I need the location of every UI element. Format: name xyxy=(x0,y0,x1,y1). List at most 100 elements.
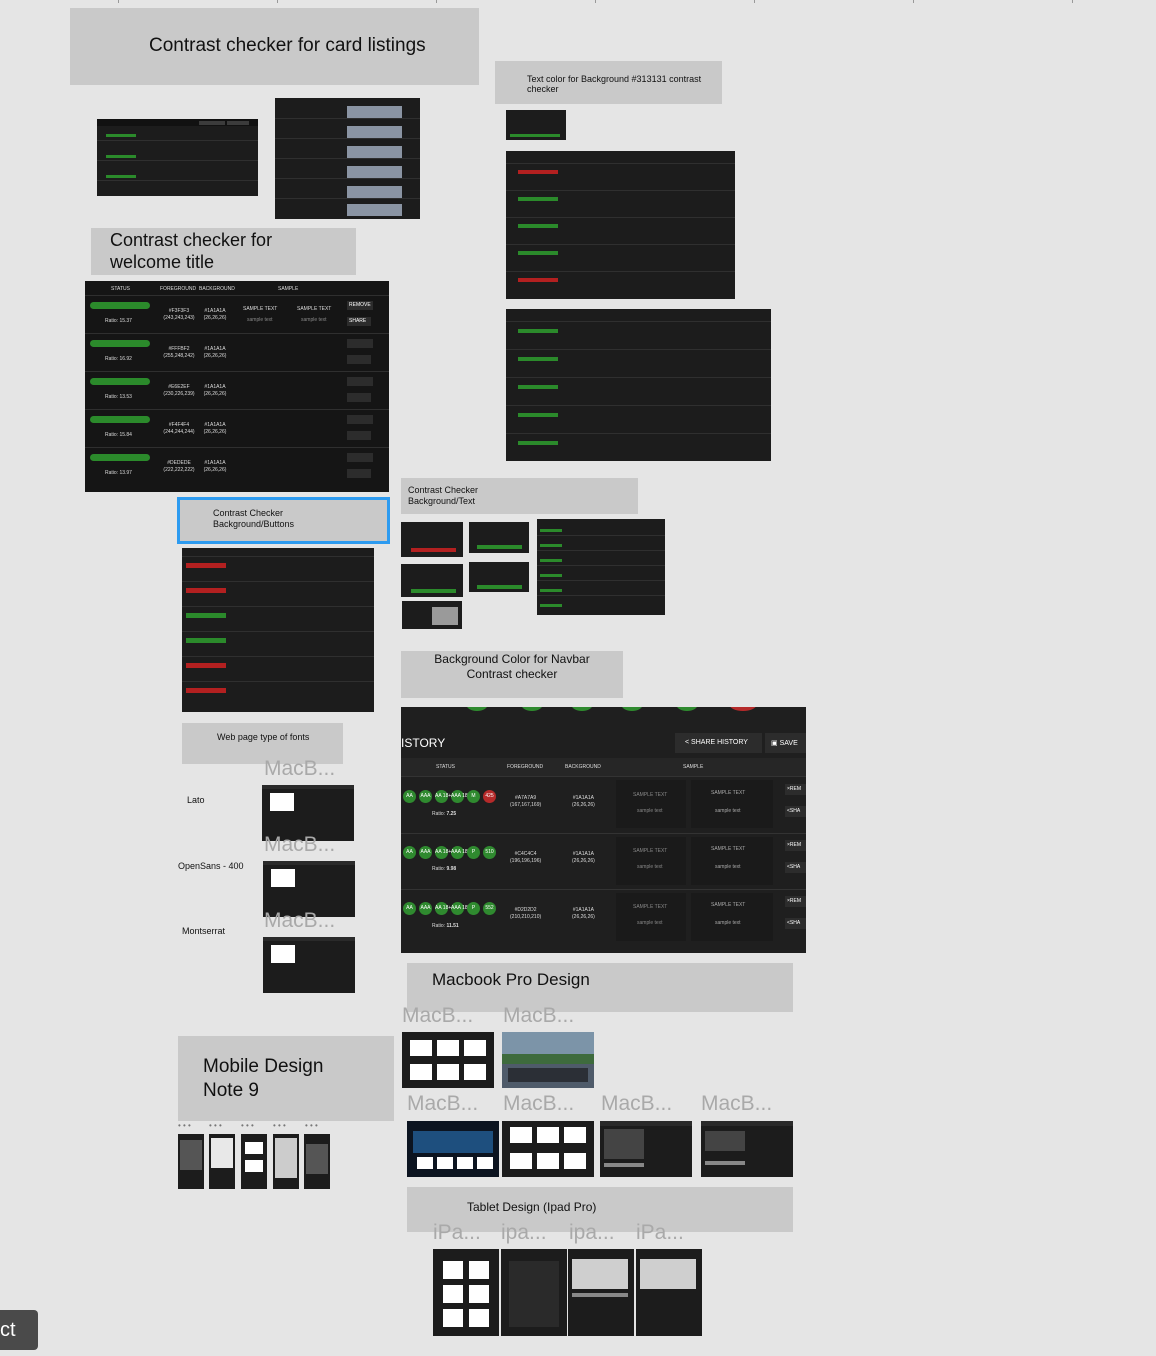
frame-tablet-3[interactable] xyxy=(568,1249,634,1336)
welcome-col-status: STATUS xyxy=(111,286,130,292)
frame-card-listing-2[interactable] xyxy=(275,98,420,219)
sample-text-small-1: sample text xyxy=(637,920,663,926)
frame-title[interactable]: MacB... xyxy=(701,1092,772,1116)
frame-bg-buttons-list[interactable] xyxy=(182,548,374,712)
frame-title[interactable]: MacB... xyxy=(601,1092,672,1116)
welcome-share-button[interactable]: SHARE xyxy=(347,317,371,326)
remove-button[interactable]: ×REM xyxy=(785,896,806,907)
welcome-row-ratio: Ratio: 15.84 xyxy=(105,432,132,438)
sample-text-2: SAMPLE TEXT xyxy=(711,902,746,908)
sample-text-small-1: sample text xyxy=(637,808,663,814)
frame-macbook-6[interactable] xyxy=(701,1121,793,1177)
ratio-label: Ratio: xyxy=(432,866,446,872)
mobile-frame-title[interactable]: • • • xyxy=(241,1121,254,1130)
mobile-frame-title[interactable]: • • • xyxy=(273,1121,286,1130)
frame-text-color-thumb[interactable] xyxy=(506,110,566,140)
frame-font-montserrat[interactable] xyxy=(263,937,355,993)
note-card-listings[interactable]: Contrast checker for card listings xyxy=(70,8,479,85)
frame-bg-text-1[interactable] xyxy=(401,522,463,557)
col-background: BACKGROUND xyxy=(565,764,601,770)
bottom-tool-chip[interactable]: ct xyxy=(0,1310,38,1350)
frame-bg-text-2[interactable] xyxy=(469,522,529,553)
note-bg-buttons[interactable]: Contrast Checker Background/Buttons xyxy=(177,497,390,544)
welcome-col-fg: FOREGROUND xyxy=(160,286,197,292)
sample-text-small-2: sample text xyxy=(715,808,741,814)
frame-macbook-2[interactable] xyxy=(502,1032,594,1088)
save-button[interactable]: ▣ SAVE xyxy=(765,733,806,753)
frame-macbook-1[interactable] xyxy=(402,1032,494,1088)
history-panel[interactable]: ISTORY < SHARE HISTORY ▣ SAVE STATUS FOR… xyxy=(401,707,806,953)
share-history-button[interactable]: < SHARE HISTORY xyxy=(675,733,762,753)
frame-title[interactable]: MacB... xyxy=(264,833,335,857)
note-tablet-text: Tablet Design (Ipad Pro) xyxy=(467,1200,597,1214)
frame-title[interactable]: MacB... xyxy=(264,757,335,781)
badge-mode: M xyxy=(467,790,480,804)
sample-text-1: SAMPLE TEXT xyxy=(633,848,668,854)
frame-card-listing-1[interactable] xyxy=(97,119,258,196)
frame-title[interactable]: MacB... xyxy=(402,1004,473,1028)
welcome-sample-small: sample text xyxy=(247,317,273,323)
frame-bg-text-3[interactable] xyxy=(537,519,665,615)
mobile-frame-title[interactable]: • • • xyxy=(178,1121,191,1130)
mobile-frame-title[interactable]: • • • xyxy=(209,1121,222,1130)
frame-mobile-3[interactable] xyxy=(241,1134,267,1189)
frame-bg-text-5[interactable] xyxy=(469,562,529,592)
bottom-tool-label: ct xyxy=(0,1319,16,1341)
frame-tablet-1[interactable] xyxy=(433,1249,499,1336)
frame-title[interactable]: ipa... xyxy=(569,1221,615,1245)
note-welcome-title-text: Contrast checker for welcome title xyxy=(110,230,273,272)
frame-bg-text-6[interactable] xyxy=(402,601,462,629)
frame-bg-text-4[interactable] xyxy=(401,564,463,597)
frame-title[interactable]: MacB... xyxy=(503,1004,574,1028)
remove-button[interactable]: ×REM xyxy=(785,840,806,851)
note-mobile-text: Mobile Design Note 9 xyxy=(203,1056,324,1101)
remove-button[interactable]: ×REM xyxy=(785,784,806,795)
welcome-row-fg: #F3F3F3 (243,243,243) xyxy=(163,308,195,321)
frame-title[interactable]: iPa... xyxy=(636,1221,684,1245)
note-mobile[interactable]: Mobile Design Note 9 xyxy=(178,1036,394,1121)
frame-title[interactable]: ipa... xyxy=(501,1221,547,1245)
frame-macbook-3[interactable] xyxy=(407,1121,499,1177)
badge-score: 510 xyxy=(483,846,496,860)
frame-text-color-list-1[interactable] xyxy=(506,151,735,299)
frame-macbook-4[interactable] xyxy=(502,1121,594,1177)
frame-text-color-list-2[interactable] xyxy=(506,309,771,461)
note-text-color-bg-text: Text color for Background #313131 contra… xyxy=(527,74,702,94)
fg-rgb: (196,196,196) xyxy=(510,858,542,864)
frame-mobile-1[interactable] xyxy=(178,1134,204,1189)
share-button[interactable]: <SHA xyxy=(785,862,806,873)
badge-aaa: AAA xyxy=(419,846,432,860)
frame-macbook-5[interactable] xyxy=(600,1121,692,1177)
welcome-remove-button[interactable]: REMOVE xyxy=(347,301,373,310)
frame-tablet-4[interactable] xyxy=(636,1249,702,1336)
ratio-value: 11.51 xyxy=(446,923,459,929)
note-welcome-title[interactable]: Contrast checker for welcome title xyxy=(91,228,356,275)
share-button[interactable]: <SHA xyxy=(785,918,806,929)
frame-title[interactable]: MacB... xyxy=(407,1092,478,1116)
badge-aa-18: AA 18+ xyxy=(435,790,451,804)
badge-aaa-18: AAA 18+ xyxy=(451,790,471,804)
frame-title[interactable]: iPa... xyxy=(433,1221,481,1245)
mobile-frame-title[interactable]: • • • xyxy=(305,1121,318,1130)
share-label: SHA xyxy=(789,808,801,814)
badge-aaa-18: AAA 18+ xyxy=(451,846,471,860)
share-label: SHA xyxy=(789,920,801,926)
ratio-value: 9.98 xyxy=(446,866,457,872)
sample-text-small-1: sample text xyxy=(637,864,663,870)
welcome-row-bg: #1A1A1A (26,26,26) xyxy=(203,384,227,397)
note-text-color-bg[interactable]: Text color for Background #313131 contra… xyxy=(495,61,722,104)
note-navbar[interactable]: Background Color for Navbar Contrast che… xyxy=(401,651,623,698)
frame-tablet-2[interactable] xyxy=(501,1249,567,1336)
frame-mobile-2[interactable] xyxy=(209,1134,235,1189)
frame-title[interactable]: MacB... xyxy=(264,909,335,933)
frame-mobile-4[interactable] xyxy=(273,1134,299,1189)
sample-text-2: SAMPLE TEXT xyxy=(711,846,746,852)
history-row: AA AAA AA 18+AAA 18+P 510 Ratio: 9.98 #C4C4… xyxy=(401,833,806,889)
note-bg-text[interactable]: Contrast Checker Background/Text xyxy=(401,478,638,514)
ratio-value: 7.25 xyxy=(446,811,457,817)
frame-title[interactable]: MacB... xyxy=(503,1092,574,1116)
share-button[interactable]: <SHA xyxy=(785,806,806,817)
bg-rgb: (26,26,26) xyxy=(572,802,595,808)
frame-welcome-title[interactable]: STATUS FOREGROUND BACKGROUND SAMPLE Rati… xyxy=(85,281,389,492)
frame-mobile-5[interactable] xyxy=(304,1134,330,1189)
